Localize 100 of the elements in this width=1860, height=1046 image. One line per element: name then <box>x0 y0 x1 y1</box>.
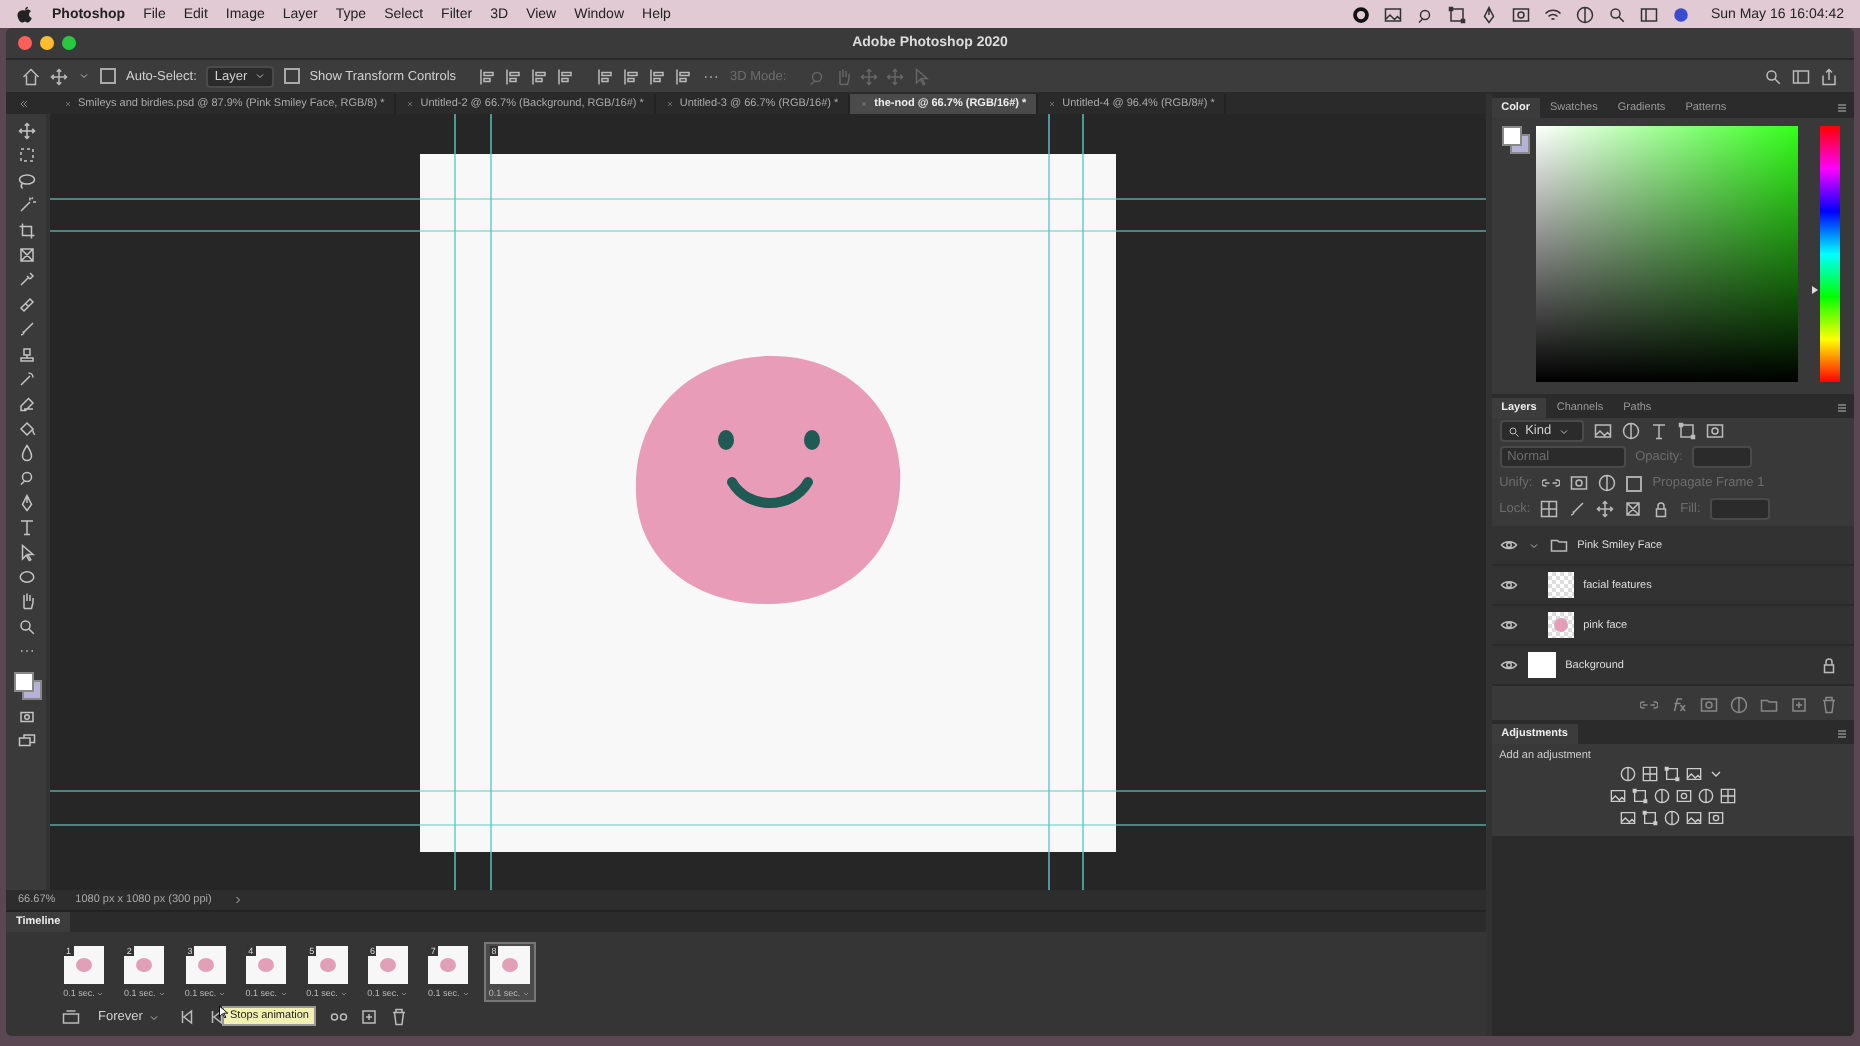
menu-icon[interactable] <box>1836 102 1848 114</box>
distribute-icon[interactable] <box>622 67 641 85</box>
eraser-icon[interactable] <box>17 394 35 413</box>
eye-icon[interactable] <box>1499 536 1518 554</box>
bandage-icon[interactable] <box>17 295 35 314</box>
frame-icon[interactable] <box>17 245 35 264</box>
adjustment-icon[interactable] <box>1697 788 1714 804</box>
search-icon[interactable] <box>1764 67 1782 85</box>
adjustment-icon[interactable] <box>1653 788 1670 804</box>
wifi-icon[interactable] <box>1544 5 1563 23</box>
type-filter-icon[interactable] <box>1649 422 1668 440</box>
caret-icon[interactable] <box>78 70 90 82</box>
home-icon[interactable] <box>22 67 40 85</box>
adjustment-icon[interactable] <box>1686 766 1703 782</box>
adjustment-icon[interactable] <box>1664 766 1681 782</box>
distribute-icon[interactable] <box>596 67 615 85</box>
search-icon[interactable] <box>1608 5 1627 23</box>
grid-lock-icon[interactable] <box>1540 500 1559 518</box>
lasso-icon[interactable] <box>17 171 35 190</box>
pointer-icon[interactable] <box>17 543 35 562</box>
align-icon[interactable] <box>530 67 549 85</box>
align-icon[interactable] <box>478 67 497 85</box>
close-icon[interactable] <box>64 100 72 108</box>
unify-icon[interactable] <box>1598 474 1617 492</box>
type-icon[interactable] <box>17 518 35 537</box>
siri-icon[interactable] <box>1672 5 1691 23</box>
adjustment-icon[interactable] <box>1708 810 1725 826</box>
drop-icon[interactable] <box>17 444 35 463</box>
stamp-icon[interactable] <box>17 345 35 364</box>
brush-lock-icon[interactable] <box>1568 500 1587 518</box>
quick-mask-icon[interactable] <box>17 707 35 726</box>
bucket-icon[interactable] <box>17 419 35 438</box>
brush-icon[interactable] <box>17 320 35 339</box>
adjustment-icon[interactable] <box>1631 788 1648 804</box>
adjustment-icon[interactable] <box>1642 766 1659 782</box>
double-chevron-icon[interactable] <box>18 98 30 110</box>
adjustment-icon[interactable] <box>1708 766 1725 782</box>
mask-icon[interactable] <box>1700 696 1718 714</box>
checkbox[interactable] <box>283 68 300 84</box>
align-icon[interactable] <box>504 67 523 85</box>
zoom-button[interactable] <box>62 36 76 50</box>
align-icon[interactable] <box>556 67 575 85</box>
minimize-button[interactable] <box>40 36 54 50</box>
workspace-icon[interactable] <box>1792 67 1810 85</box>
fill-field[interactable] <box>1710 498 1771 520</box>
adjustment-icon[interactable] <box>1664 810 1681 826</box>
share-icon[interactable] <box>1820 67 1838 85</box>
adjustment-icon[interactable] <box>1675 788 1692 804</box>
folder-icon[interactable] <box>1760 696 1778 714</box>
move-icon[interactable] <box>50 67 68 85</box>
adjustment-icon[interactable] <box>1686 810 1703 826</box>
adjustment-icon[interactable] <box>1642 810 1659 826</box>
distribute-icon[interactable] <box>674 67 693 85</box>
image-filter-icon[interactable] <box>1593 422 1612 440</box>
adjustment-icon[interactable] <box>1620 766 1637 782</box>
trash-icon[interactable] <box>1820 696 1838 714</box>
checkbox[interactable] <box>1626 475 1643 491</box>
apple-icon[interactable] <box>16 5 34 23</box>
convert-icon[interactable] <box>62 1008 80 1026</box>
shape-filter-icon[interactable] <box>1677 422 1696 440</box>
lock-lock-icon[interactable] <box>1652 500 1671 518</box>
circle-icon[interactable] <box>1352 5 1371 23</box>
move-lock-icon[interactable] <box>1596 500 1615 518</box>
color-swatches-icon[interactable] <box>1501 126 1528 152</box>
unify-icon[interactable] <box>1542 474 1561 492</box>
chevron-icon[interactable] <box>231 894 244 906</box>
pen-icon[interactable] <box>17 493 35 512</box>
eye-icon[interactable] <box>1499 656 1518 674</box>
eye-icon[interactable] <box>1499 576 1518 594</box>
frame-lock-icon[interactable] <box>1624 500 1643 518</box>
screen-mode-icon[interactable] <box>17 732 35 751</box>
new-frame-icon[interactable] <box>360 1008 379 1026</box>
eye-icon[interactable] <box>1499 616 1518 634</box>
link-icon[interactable] <box>1640 696 1658 714</box>
trash-icon[interactable] <box>390 1008 409 1026</box>
checkbox[interactable] <box>100 68 116 84</box>
adjustment-icon[interactable] <box>1719 788 1736 804</box>
marquee-icon[interactable] <box>17 146 35 165</box>
adjustment-icon[interactable] <box>1609 788 1626 804</box>
hand-icon[interactable] <box>17 592 35 611</box>
unify-icon[interactable] <box>1570 474 1589 492</box>
caret-icon[interactable] <box>1527 539 1540 551</box>
mask-filter-icon[interactable] <box>1705 422 1724 440</box>
tween-icon[interactable] <box>330 1008 349 1026</box>
dodge-icon[interactable] <box>17 468 35 487</box>
previous-frame-icon[interactable] <box>208 1008 227 1026</box>
distribute-icon[interactable] <box>648 67 667 85</box>
first-frame-icon[interactable] <box>178 1008 197 1026</box>
move-icon[interactable] <box>17 122 35 140</box>
adjustment-icon[interactable] <box>1620 810 1637 826</box>
hue-slider-marker[interactable] <box>1811 285 1818 294</box>
menu-icon[interactable] <box>1836 728 1848 740</box>
opacity-field[interactable] <box>1692 446 1753 468</box>
crop-icon[interactable] <box>17 221 35 240</box>
zoom-icon[interactable] <box>17 617 35 636</box>
adjust-filter-icon[interactable] <box>1621 422 1640 440</box>
fx-icon[interactable] <box>1670 696 1688 714</box>
menu-icon[interactable] <box>1836 402 1848 414</box>
adjust-icon[interactable] <box>1730 696 1748 714</box>
color-swatches-icon[interactable] <box>13 671 39 698</box>
